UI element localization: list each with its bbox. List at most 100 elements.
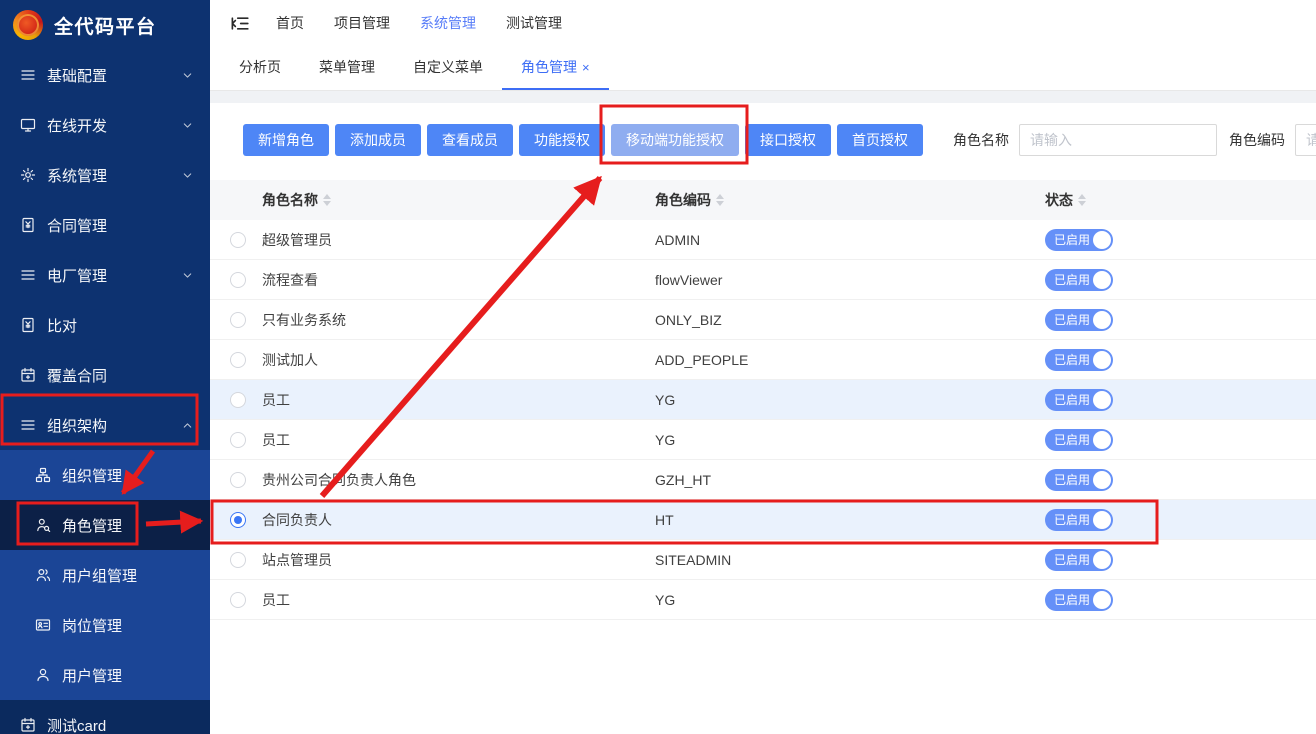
tab-menu-mgmt[interactable]: 菜单管理 — [300, 46, 394, 90]
tab-label: 角色管理 — [521, 57, 577, 77]
status-toggle-label: 已启用 — [1054, 311, 1090, 328]
row-radio[interactable] — [230, 312, 246, 328]
sidebar-item-label: 覆盖合同 — [47, 365, 194, 386]
chevron-down-icon — [181, 69, 194, 82]
status-toggle[interactable]: 已启用 — [1045, 469, 1113, 491]
role-icon — [35, 517, 51, 533]
status-toggle[interactable]: 已启用 — [1045, 309, 1113, 331]
role-status-cell: 已启用 — [1045, 269, 1316, 291]
tab-custom-menu[interactable]: 自定义菜单 — [394, 46, 502, 90]
table-row[interactable]: 超级管理员ADMIN已启用 — [210, 220, 1316, 260]
table-row[interactable]: 合同负责人HT已启用 — [210, 500, 1316, 540]
status-toggle[interactable]: 已启用 — [1045, 229, 1113, 251]
status-toggle[interactable]: 已启用 — [1045, 389, 1113, 411]
sort-carets-icon[interactable] — [323, 194, 331, 206]
tab-role-mgmt[interactable]: 角色管理 × — [502, 46, 609, 90]
role-status-cell: 已启用 — [1045, 229, 1316, 251]
table-row[interactable]: 员工YG已启用 — [210, 580, 1316, 620]
sidebar-item-online-dev[interactable]: 在线开发 — [0, 100, 210, 150]
status-toggle[interactable]: 已启用 — [1045, 269, 1113, 291]
status-toggle[interactable]: 已启用 — [1045, 509, 1113, 531]
topnav-item-project-mgmt[interactable]: 项目管理 — [319, 13, 405, 33]
table-row[interactable]: 员工YG已启用 — [210, 420, 1316, 460]
toolbar: 新增角色添加成员查看成员功能授权移动端功能授权接口授权首页授权 角色名称角色编码 — [210, 103, 1316, 176]
table-row[interactable]: 员工YG已启用 — [210, 380, 1316, 420]
role-status-cell: 已启用 — [1045, 509, 1316, 531]
sidebar-item-label: 角色管理 — [62, 515, 194, 536]
table-row[interactable]: 测试加人ADD_PEOPLE已启用 — [210, 340, 1316, 380]
sidebar-item-compare[interactable]: 比对 — [0, 300, 210, 350]
status-toggle[interactable]: 已启用 — [1045, 549, 1113, 571]
sidebar-item-label: 基础配置 — [47, 65, 181, 86]
logo: 全代码平台 — [0, 0, 210, 50]
sidebar-menu: 基础配置在线开发系统管理合同管理电厂管理比对覆盖合同组织架构组织管理角色管理用户… — [0, 50, 210, 734]
topnav-item-system-mgmt[interactable]: 系统管理 — [405, 13, 491, 33]
role-code-input[interactable] — [1295, 124, 1316, 156]
status-toggle[interactable]: 已启用 — [1045, 349, 1113, 371]
role-code-cell: SITEADMIN — [655, 552, 1045, 568]
role-name-input[interactable] — [1019, 124, 1217, 156]
role-name-label: 角色名称 — [953, 130, 1009, 150]
view-member-button[interactable]: 查看成员 — [427, 124, 513, 156]
api-auth-button[interactable]: 接口授权 — [745, 124, 831, 156]
menu-icon — [20, 267, 36, 283]
sidebar-item-cover-contract[interactable]: 覆盖合同 — [0, 350, 210, 400]
add-role-button[interactable]: 新增角色 — [243, 124, 329, 156]
sidebar-item-label: 测试card — [47, 715, 194, 734]
func-auth-button[interactable]: 功能授权 — [519, 124, 605, 156]
topnav-item-home[interactable]: 首页 — [261, 13, 319, 33]
table-row[interactable]: 贵州公司合同负责人角色GZH_HT已启用 — [210, 460, 1316, 500]
role-name-cell: 员工 — [262, 390, 655, 410]
toolbar-filters: 角色名称角色编码 — [941, 124, 1316, 156]
role-name-cell: 员工 — [262, 430, 655, 450]
sort-carets-icon[interactable] — [716, 194, 724, 206]
role-code-cell: GZH_HT — [655, 472, 1045, 488]
table-row[interactable]: 流程查看flowViewer已启用 — [210, 260, 1316, 300]
row-radio[interactable] — [230, 272, 246, 288]
role-name-cell: 站点管理员 — [262, 550, 655, 570]
sidebar-item-system-mgmt[interactable]: 系统管理 — [0, 150, 210, 200]
sidebar-item-contract-mgmt[interactable]: 合同管理 — [0, 200, 210, 250]
sort-carets-icon[interactable] — [1078, 194, 1086, 206]
status-toggle[interactable]: 已启用 — [1045, 589, 1113, 611]
sidebar-item-power-plant-mgmt[interactable]: 电厂管理 — [0, 250, 210, 300]
table-row[interactable]: 站点管理员SITEADMIN已启用 — [210, 540, 1316, 580]
user-icon — [35, 667, 51, 683]
menu-icon — [20, 67, 36, 83]
table-row[interactable]: 只有业务系统ONLY_BIZ已启用 — [210, 300, 1316, 340]
row-radio[interactable] — [230, 472, 246, 488]
sidebar-item-org-structure[interactable]: 组织架构 — [0, 400, 210, 450]
tab-analysis[interactable]: 分析页 — [220, 46, 300, 90]
roles-table: 角色名称角色编码状态 超级管理员ADMIN已启用流程查看flowViewer已启… — [210, 180, 1316, 620]
role-code-cell: YG — [655, 432, 1045, 448]
close-icon[interactable]: × — [582, 61, 590, 74]
sidebar-item-post-mgmt[interactable]: 岗位管理 — [0, 600, 210, 650]
row-radio[interactable] — [230, 392, 246, 408]
status-toggle[interactable]: 已启用 — [1045, 429, 1113, 451]
row-radio[interactable] — [230, 592, 246, 608]
home-auth-button[interactable]: 首页授权 — [837, 124, 923, 156]
sidebar-item-user-group-mgmt[interactable]: 用户组管理 — [0, 550, 210, 600]
content-gap — [210, 91, 1316, 103]
column-header: 状态 — [1045, 190, 1316, 210]
row-radio[interactable] — [230, 352, 246, 368]
sidebar-item-base-config[interactable]: 基础配置 — [0, 50, 210, 100]
status-toggle-label: 已启用 — [1054, 511, 1090, 528]
row-radio[interactable] — [230, 512, 246, 528]
mobile-func-auth-button[interactable]: 移动端功能授权 — [611, 124, 739, 156]
collapse-sidebar-icon[interactable] — [230, 14, 249, 33]
row-radio[interactable] — [230, 232, 246, 248]
row-radio[interactable] — [230, 432, 246, 448]
topnav-item-test-mgmt[interactable]: 测试管理 — [491, 13, 577, 33]
monitor-icon — [20, 117, 36, 133]
row-radio[interactable] — [230, 552, 246, 568]
add-member-button[interactable]: 添加成员 — [335, 124, 421, 156]
role-name-cell: 测试加人 — [262, 350, 655, 370]
sidebar-item-org-mgmt[interactable]: 组织管理 — [0, 450, 210, 500]
chevron-down-icon — [181, 269, 194, 282]
column-header-label: 角色名称 — [262, 190, 318, 210]
sidebar-item-test-card[interactable]: 测试card — [0, 700, 210, 734]
sidebar-item-role-mgmt[interactable]: 角色管理 — [0, 500, 210, 550]
sidebar-item-user-mgmt[interactable]: 用户管理 — [0, 650, 210, 700]
main-column: 首页项目管理系统管理测试管理 分析页菜单管理自定义菜单角色管理 × 新增角色添加成… — [210, 0, 1316, 734]
